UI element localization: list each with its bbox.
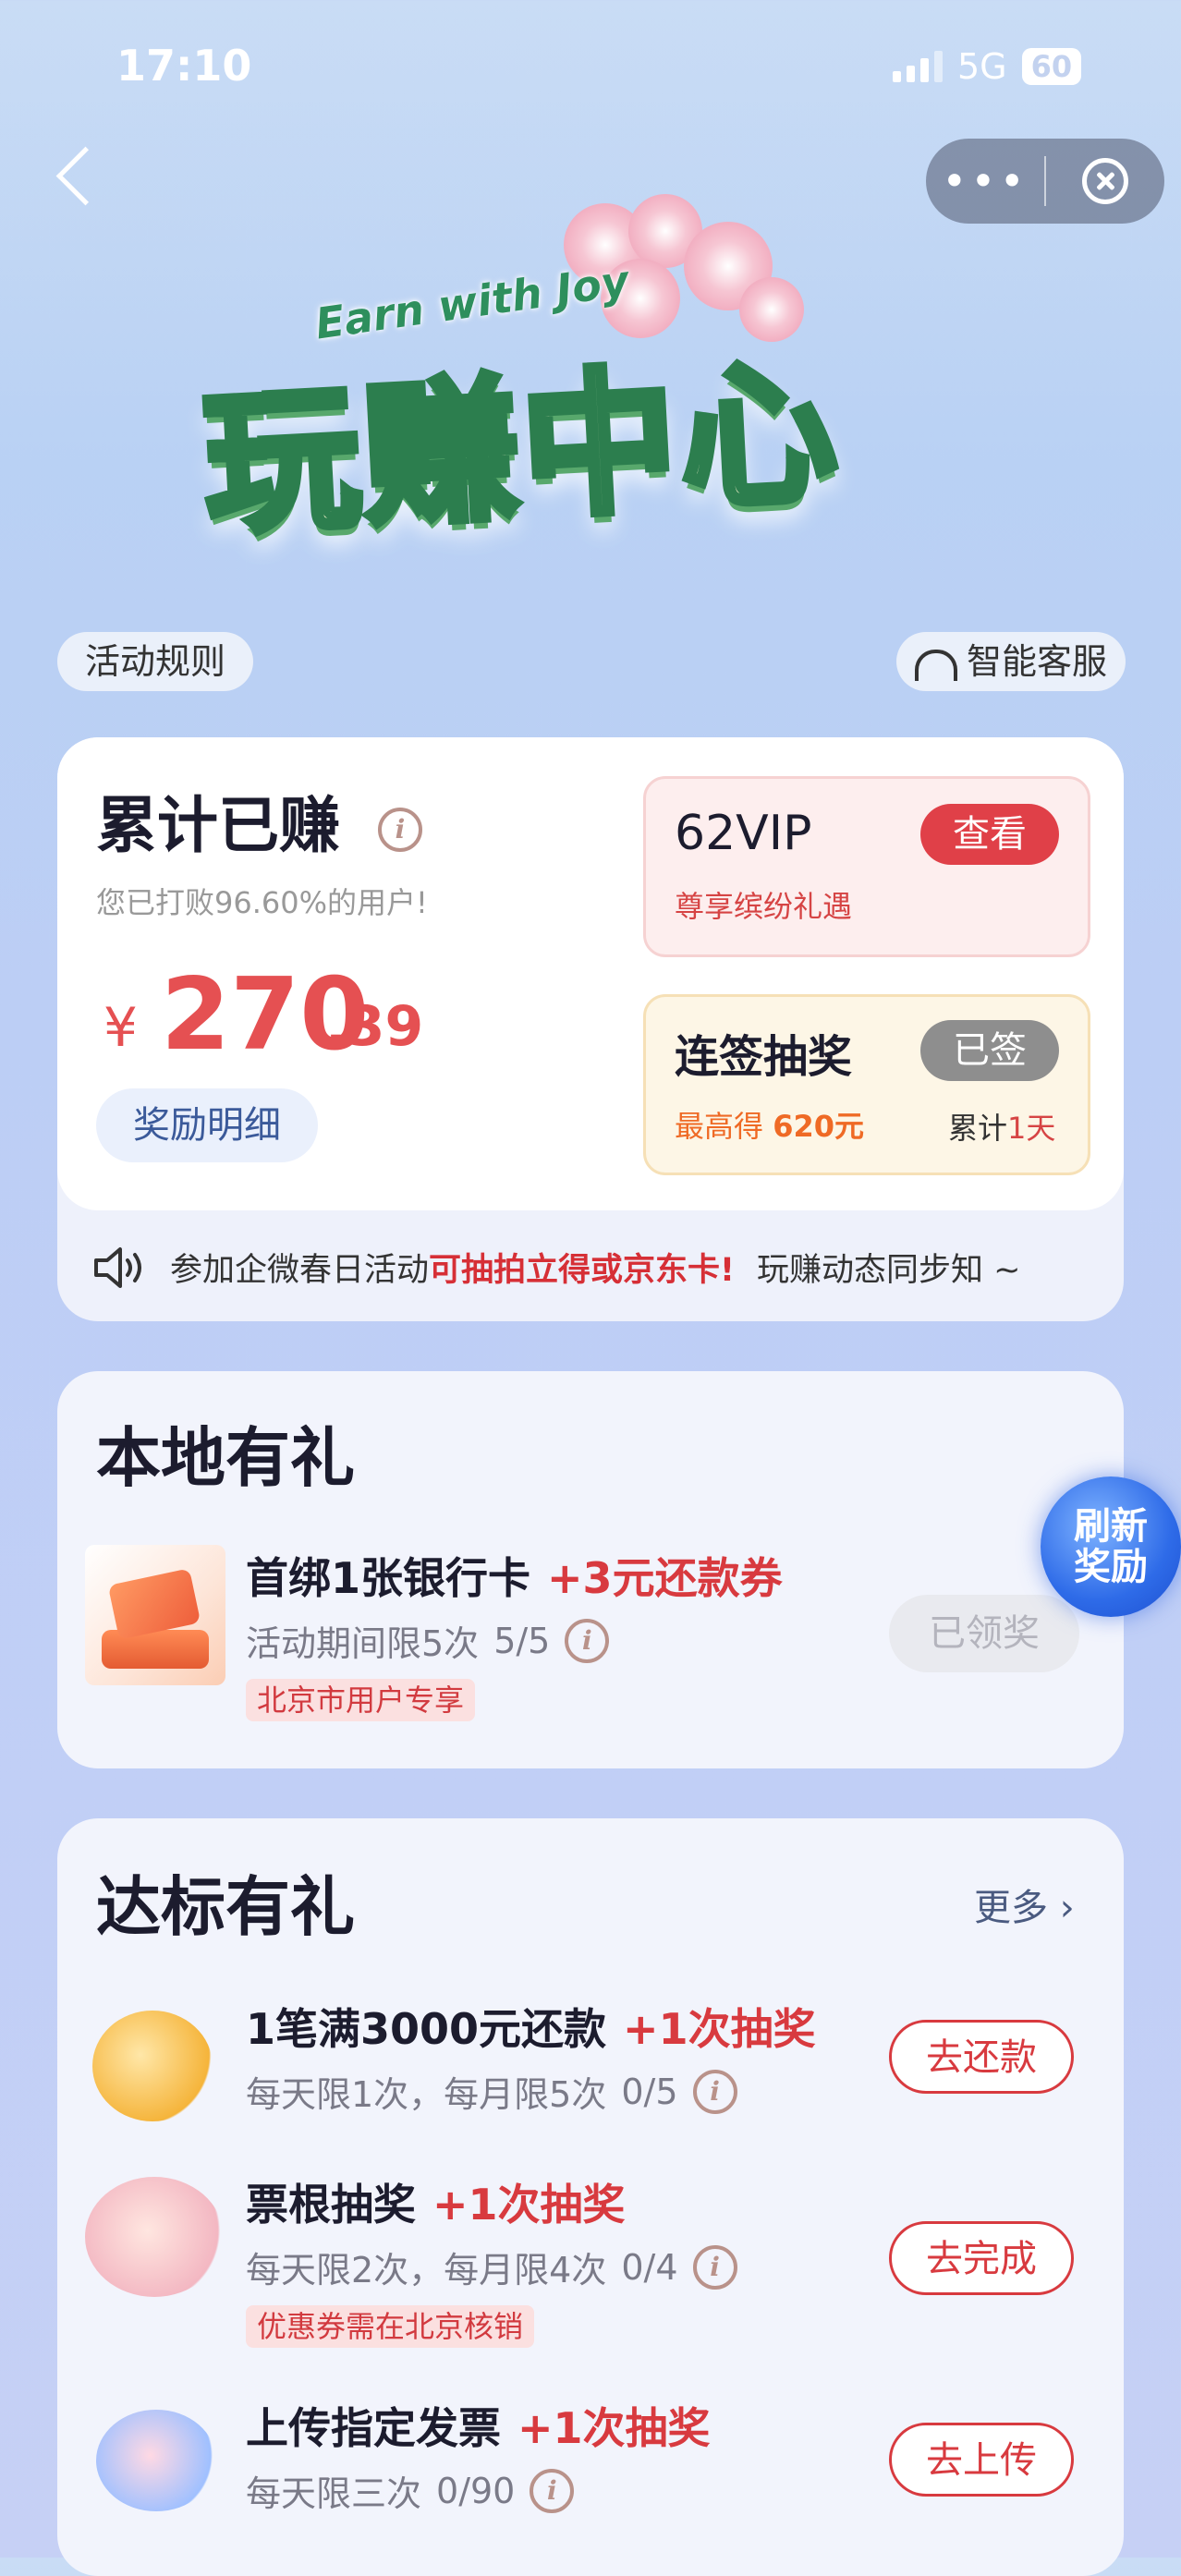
task-name: 1笔满3000元还款 [246, 2004, 607, 2054]
coin-hand-icon [92, 2011, 213, 2121]
signal-icon [893, 51, 943, 82]
notice-text-b: 玩赚动态同步知 ~ [756, 1252, 1021, 1289]
task-title: 票根抽奖 +1次抽奖 [246, 2171, 737, 2232]
earned-title-label: 累计已赚 [96, 790, 340, 861]
go-complete-button[interactable]: 去完成 [889, 2221, 1074, 2295]
notice-highlight: 可抽拍立得或京东卡! [429, 1252, 735, 1289]
task-limit-text: 每天限三次 [246, 2473, 422, 2514]
go-upload-button[interactable]: 去上传 [889, 2423, 1074, 2497]
signin-title: 连签抽奖 [675, 1031, 853, 1083]
task-progress: 0/5 [621, 2071, 678, 2112]
local-item: 首绑1张银行卡 +3元还款券 活动期间限5次 5/5 i 北京市用户专享 [246, 1545, 783, 1721]
task-tag: 优惠券需在北京核销 [246, 2305, 535, 2348]
headset-icon [915, 650, 957, 681]
signin-days-prefix: 累计 [948, 1111, 1008, 1146]
signed-button[interactable]: 已签 [920, 1020, 1059, 1081]
ticket-hand-icon [85, 2177, 224, 2297]
task-reward: +1次抽奖 [517, 2403, 711, 2453]
info-icon[interactable]: i [377, 807, 422, 852]
task-progress: 0/4 [621, 2246, 678, 2288]
status-time: 17:10 [116, 41, 252, 91]
info-icon[interactable]: i [565, 1618, 610, 1663]
task-limit-text: 每天限1次，每月限5次 [246, 2074, 607, 2115]
task-title: 1笔满3000元还款 +1次抽奖 [246, 1996, 816, 2057]
vip-subtitle: 尊享缤纷礼遇 [675, 889, 853, 924]
vip-view-button[interactable]: 查看 [920, 804, 1059, 865]
info-icon[interactable]: i [530, 2468, 575, 2513]
refresh-reward-button[interactable]: 刷新 奖励 [1041, 1476, 1181, 1617]
task-limit: 每天限2次，每月限4次 0/4 i [246, 2242, 737, 2292]
local-item-title: 首绑1张银行卡 +3元还款券 [246, 1545, 783, 1606]
claimed-button: 已领奖 [889, 1595, 1079, 1672]
task-gift-title: 达标有礼 [96, 1869, 355, 1945]
hero-banner: Earn with Joy 玩赚中心 [166, 185, 1035, 573]
network-label: 5G [957, 46, 1007, 87]
close-button[interactable] [1046, 158, 1164, 204]
task-item: 1笔满3000元还款 +1次抽奖 每天限1次，每月限5次 0/5 i [246, 1996, 816, 2117]
go-repay-button[interactable]: 去还款 [889, 2020, 1074, 2094]
notice-text-a: 参加企微春日活动 [170, 1252, 430, 1289]
task-item: 上传指定发票 +1次抽奖 每天限三次 0/90 i [246, 2395, 711, 2516]
signin-days-value: 1天 [1007, 1111, 1056, 1146]
local-item-limit-text: 活动期间限5次 [246, 1623, 480, 1664]
currency-symbol: ¥ [103, 996, 138, 1059]
earned-subtitle: 您已打败96.60%的用户! [96, 885, 428, 920]
back-icon[interactable] [55, 146, 116, 206]
task-reward: +1次抽奖 [432, 2180, 626, 2230]
task-title: 上传指定发票 +1次抽奖 [246, 2395, 711, 2456]
task-reward: +1次抽奖 [623, 2004, 816, 2054]
thumb-base [102, 1630, 209, 1669]
notice-text: 参加企微春日活动可抽拍立得或京东卡! 玩赚动态同步知 ~ [170, 1244, 1020, 1291]
close-icon [1082, 158, 1128, 204]
local-item-reward: +3元还款券 [547, 1553, 783, 1603]
customer-service-label: 智能客服 [967, 641, 1108, 682]
refresh-reward-label: 刷新 奖励 [1074, 1505, 1148, 1588]
local-gift-title: 本地有礼 [96, 1420, 355, 1496]
customer-service-button[interactable]: 智能客服 [896, 632, 1126, 691]
earned-amount-decimal: .39 [325, 994, 424, 1059]
bank-card-icon [85, 1545, 225, 1685]
task-name: 上传指定发票 [246, 2403, 501, 2453]
task-limit-text: 每天限2次，每月限4次 [246, 2250, 607, 2290]
vip-title: 62VIP [675, 806, 812, 861]
earned-title: 累计已赚 i [96, 776, 422, 865]
task-limit: 每天限1次，每月限5次 0/5 i [246, 2066, 816, 2117]
local-item-limit: 活动期间限5次 5/5 i [246, 1615, 783, 1666]
signin-subtitle-prefix: 最高得 [675, 1109, 764, 1144]
task-item: 票根抽奖 +1次抽奖 每天限2次，每月限4次 0/4 i 优惠券需在北京核销 [246, 2171, 737, 2348]
battery-icon: 60 [1021, 48, 1082, 85]
task-limit: 每天限三次 0/90 i [246, 2465, 711, 2516]
rules-button[interactable]: 活动规则 [57, 632, 254, 691]
task-progress: 0/90 [436, 2470, 516, 2511]
notice-bar[interactable]: 参加企微春日活动可抽拍立得或京东卡! 玩赚动态同步知 ~ [92, 1244, 1020, 1291]
hero-title: 玩赚中心 [196, 338, 847, 560]
signin-subtitle: 最高得 620元 [675, 1103, 864, 1146]
signin-days: 累计1天 [948, 1105, 1055, 1148]
info-icon[interactable]: i [692, 2069, 737, 2114]
signin-max-value: 620元 [773, 1109, 864, 1144]
info-icon[interactable]: i [692, 2244, 737, 2290]
status-indicators: 5G 60 [893, 46, 1082, 87]
speaker-icon [94, 1246, 141, 1288]
reward-detail-button[interactable]: 奖励明细 [96, 1088, 318, 1162]
task-name: 票根抽奖 [246, 2180, 416, 2230]
local-item-progress: 5/5 [493, 1620, 551, 1661]
local-item-name: 首绑1张银行卡 [246, 1553, 531, 1603]
local-item-tag: 北京市用户专享 [246, 1679, 476, 1721]
more-link[interactable]: 更多 › [974, 1877, 1075, 1931]
invoice-hand-icon [96, 2410, 216, 2511]
